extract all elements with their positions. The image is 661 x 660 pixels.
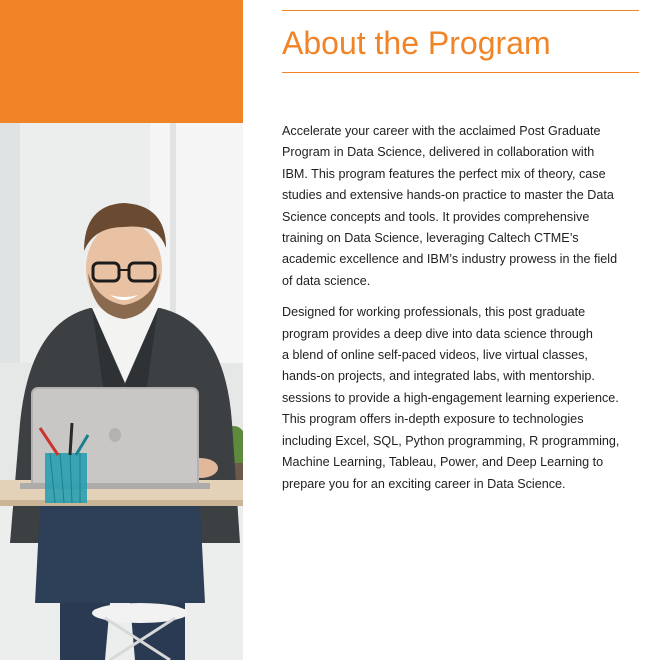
text-line: prepare you for an exciting career in Da… <box>282 476 566 491</box>
text-line: a blend of online self-paced videos, liv… <box>282 348 588 363</box>
text-line: Accelerate your career with the acclaime… <box>282 124 601 138</box>
text-line: of data science. <box>282 273 371 288</box>
left-column <box>0 0 243 660</box>
text-line: Science concepts and tools. It provides … <box>282 209 590 224</box>
text-line: This program offers in-depth exposure to… <box>282 412 584 427</box>
paragraph-details: Designed for working professionals, this… <box>282 302 639 495</box>
text-line: studies and extensive hands-on practice … <box>282 188 614 203</box>
text-line: academic excellence and IBM’s industry p… <box>282 252 618 267</box>
paragraph-intro: Accelerate your career with the acclaime… <box>282 121 639 292</box>
page-title: About the Program <box>282 25 551 61</box>
text-line: training on Data Science, leveraging Cal… <box>282 231 579 246</box>
text-line: Designed for working professionals, this… <box>282 305 586 320</box>
orange-accent-block <box>0 0 243 123</box>
text-line: including Excel, SQL, Python programming… <box>282 433 620 448</box>
bottom-divider <box>282 72 639 73</box>
text-line: IBM. This program features the perfect m… <box>282 166 606 181</box>
text-line: Machine Learning, Tableau, Power, and De… <box>282 455 604 470</box>
top-divider <box>282 10 639 11</box>
content-column: About the Program Accelerate your career… <box>282 0 639 505</box>
text-line: sessions to provide a high-engagement le… <box>282 390 619 405</box>
body-text: Accelerate your career with the acclaime… <box>282 121 639 495</box>
text-line: hands-on projects, and integrated labs, … <box>282 369 595 384</box>
text-line: program provides a deep dive into data s… <box>282 326 593 341</box>
hero-photo-man-with-laptop <box>0 123 243 660</box>
text-line: Program in Data Science, delivered in co… <box>282 145 595 160</box>
